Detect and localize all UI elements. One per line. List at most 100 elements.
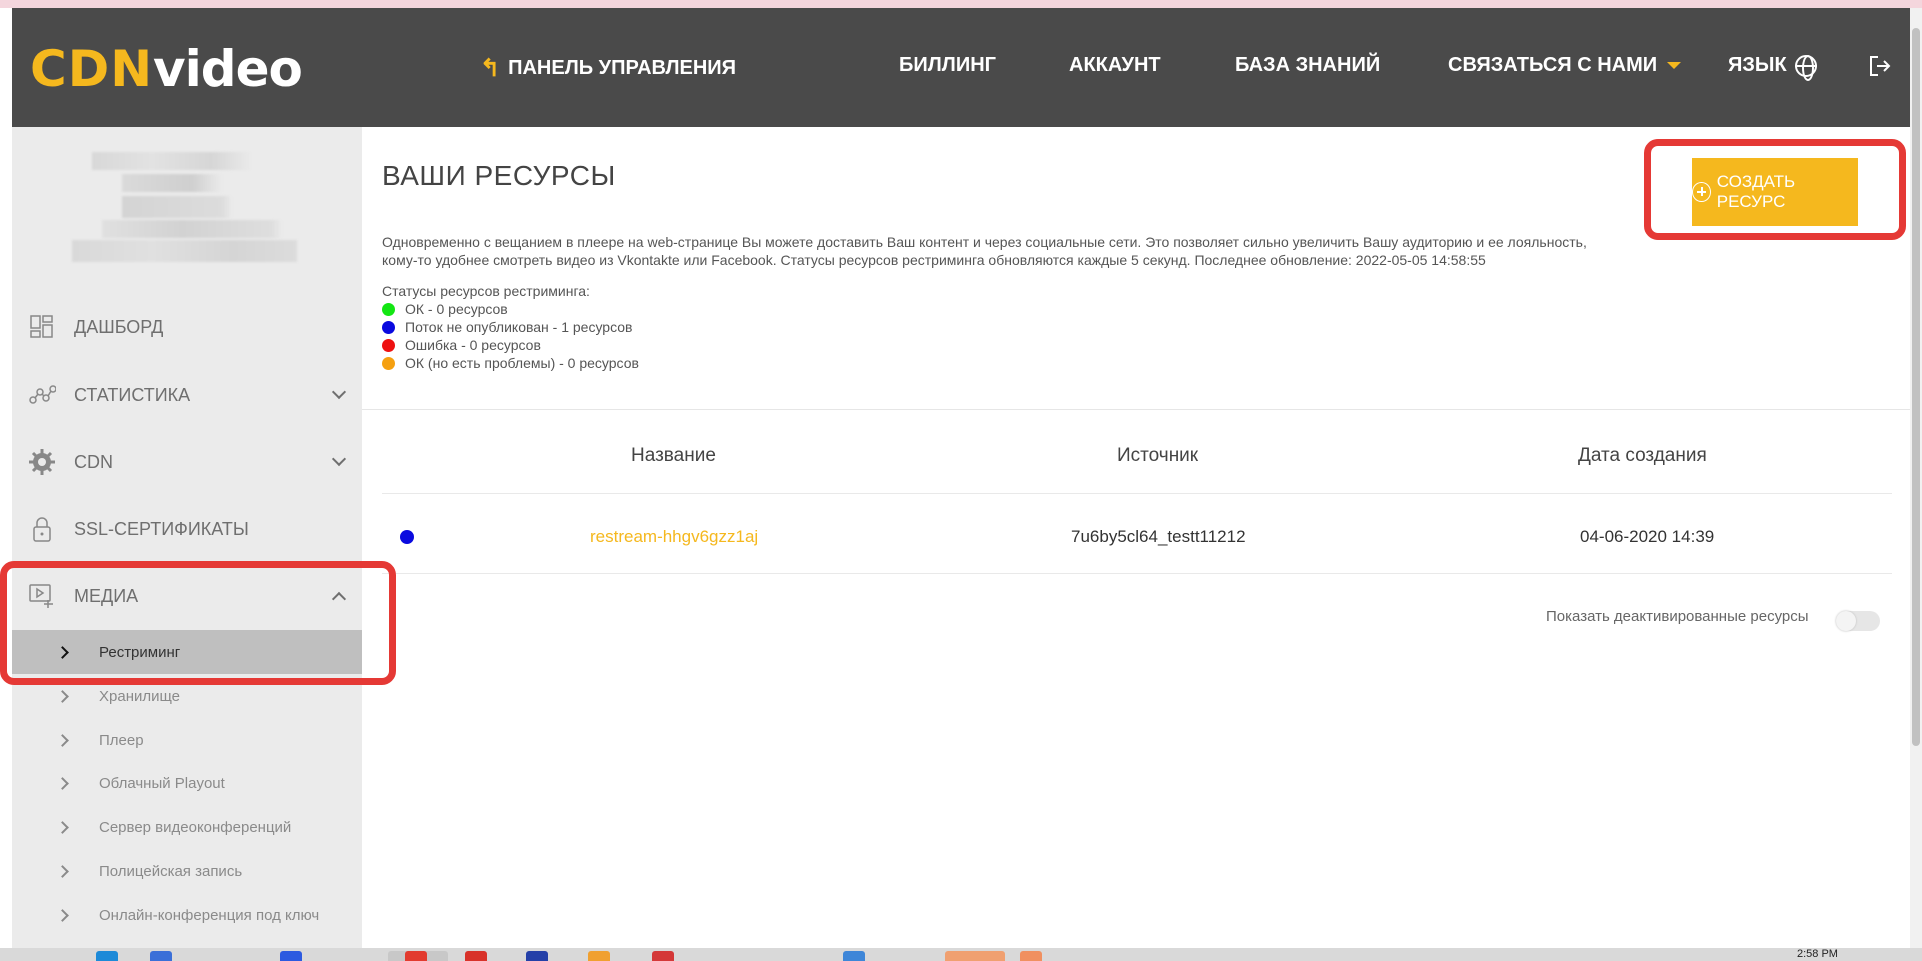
taskbar-app-icon[interactable] [405, 951, 427, 961]
statistics-icon [29, 385, 56, 404]
nav-language-label: ЯЗЫК [1728, 54, 1787, 76]
nav-language[interactable]: ЯЗЫК [1728, 54, 1817, 81]
nav-contact-us[interactable]: СВЯЗАТЬСЯ С НАМИ [1448, 54, 1682, 77]
section-divider [362, 409, 1910, 410]
logo-video-text: video [153, 40, 303, 98]
sidebar-subitem-label: Онлайн-конференция под ключ [99, 906, 320, 924]
sidebar-item-statistics[interactable]: СТАТИСТИКА [12, 367, 362, 423]
legend-label: ОК (но есть проблемы) - 0 ресурсов [405, 355, 639, 371]
description-line: кому-то удобнее смотреть видео из Vkonta… [382, 252, 1486, 268]
sidebar-item-label: ДАШБОРД [74, 316, 164, 337]
browser-top-strip [0, 0, 1922, 8]
sidebar-item-label: СТАТИСТИКА [74, 384, 191, 405]
taskbar-app-icon[interactable] [96, 951, 118, 961]
nav-billing-label: БИЛЛИНГ [899, 54, 996, 76]
show-deactivated-toggle[interactable] [1836, 611, 1880, 631]
status-dot-red [382, 338, 395, 352]
logo-cdn-text: CDN [30, 40, 154, 98]
taskbar-app-icon[interactable] [280, 951, 302, 961]
sidebar-subitem-label: Хранилище [99, 687, 180, 705]
status-dot-orange [382, 356, 395, 370]
resource-created-date: 04-06-2020 14:39 [1580, 527, 1715, 546]
sidebar-item-label: CDN [74, 451, 113, 472]
chevron-down-icon [331, 451, 347, 467]
table-header-divider [382, 493, 1892, 494]
globe-icon [1794, 54, 1817, 81]
sidebar-subitem-label: Плеер [99, 731, 144, 749]
frame-left [0, 8, 12, 948]
back-arrow-icon: ↰ [480, 55, 501, 82]
chevron-down-icon [1667, 62, 1682, 69]
column-header-name[interactable]: Название [631, 445, 716, 467]
sidebar-item-dashboard[interactable]: ДАШБОРД [12, 299, 362, 355]
taskbar-app-icon[interactable] [526, 951, 548, 961]
legend-label: ОК - 0 ресурсов [405, 301, 508, 317]
status-dot-blue [382, 320, 395, 334]
show-deactivated-label: Показать деактивированные ресурсы [1546, 608, 1809, 625]
sidebar-subitem-video-conference-server[interactable]: Сервер видеоконференций [12, 805, 362, 849]
taskbar-app-icon[interactable] [465, 951, 487, 961]
scrollbar-thumb[interactable] [1912, 28, 1920, 746]
resource-source: 7u6by5cl64_testt11212 [1071, 527, 1246, 546]
sidebar-subitem-police-recording[interactable]: Полицейская запись [12, 849, 362, 893]
column-header-source[interactable]: Источник [1117, 445, 1198, 467]
legend-item-not-published: Поток не опубликован - 1 ресурсов [382, 318, 639, 336]
vertical-scrollbar[interactable] [1910, 8, 1922, 948]
create-resource-button[interactable]: СОЗДАТЬ РЕСУРС [1692, 158, 1858, 226]
create-resource-label: СОЗДАТЬ РЕСУРС [1716, 172, 1796, 211]
chevron-right-icon [56, 733, 69, 747]
sidebar-item-label: МЕДИА [74, 585, 139, 606]
chevron-right-icon [56, 864, 69, 878]
chevron-right-icon [56, 645, 69, 659]
table-row-divider [382, 573, 1892, 574]
column-header-created[interactable]: Дата создания [1578, 445, 1707, 467]
resource-name-link[interactable]: restream-hhgv6gzz1aj [590, 527, 758, 547]
sidebar-item-cdn[interactable]: CDN [12, 434, 362, 490]
sidebar-item-ssl[interactable]: SSL-СЕРТИФИКАТЫ [12, 501, 362, 557]
taskbar-app-icon[interactable] [945, 951, 1005, 961]
status-legend: Статусы ресурсов рестриминга: ОК - 0 рес… [382, 282, 639, 372]
nav-billing[interactable]: БИЛЛИНГ [899, 54, 996, 77]
chevron-down-icon [331, 384, 347, 400]
description-line: Одновременно с вещанием в плеере на web-… [382, 234, 1587, 250]
nav-contact-us-label: СВЯЗАТЬСЯ С НАМИ [1448, 54, 1658, 76]
chevron-right-icon [56, 776, 69, 790]
sidebar-subitem-label: Полицейская запись [99, 862, 243, 880]
legend-item-ok-with-problems: ОК (но есть проблемы) - 0 ресурсов [382, 354, 639, 372]
legend-label: Ошибка - 0 ресурсов [405, 337, 541, 353]
sidebar-item-media[interactable]: МЕДИА [12, 568, 362, 624]
logout-icon[interactable] [1868, 54, 1892, 78]
sidebar-item-label: SSL-СЕРТИФИКАТЫ [74, 518, 249, 539]
taskbar-app-icon[interactable] [150, 951, 172, 961]
taskbar-app-icon[interactable] [843, 951, 865, 961]
main-content: ВАШИ РЕСУРСЫ СОЗДАТЬ РЕСУРС Одновременно… [362, 127, 1910, 948]
cdnvideo-logo[interactable]: CDN video [30, 40, 303, 98]
top-header: CDN video ↰ ПАНЕЛЬ УПРАВЛЕНИЯ БИЛЛИНГ АК… [12, 8, 1910, 127]
sidebar-subitem-label: Облачный Playout [99, 774, 225, 792]
nav-control-panel-label: ПАНЕЛЬ УПРАВЛЕНИЯ [508, 57, 737, 79]
lock-icon [33, 517, 51, 542]
taskbar-app-icon[interactable] [1020, 951, 1042, 961]
avatar-blurred [72, 152, 312, 262]
nav-account[interactable]: АККАУНТ [1069, 54, 1161, 77]
nav-knowledge-base-label: БАЗА ЗНАНИЙ [1235, 54, 1381, 76]
description: Одновременно с вещанием в плеере на web-… [382, 233, 1682, 269]
page-title: ВАШИ РЕСУРСЫ [382, 160, 616, 191]
nav-account-label: АККАУНТ [1069, 54, 1161, 76]
os-taskbar: 2:58 PM [0, 948, 1922, 961]
sidebar-subitem-storage[interactable]: Хранилище [12, 674, 362, 718]
sidebar-subitem-player[interactable]: Плеер [12, 718, 362, 762]
sidebar-subitem-cloud-playout[interactable]: Облачный Playout [12, 761, 362, 805]
taskbar-clock: 2:58 PM [1797, 948, 1838, 960]
taskbar-app-icon[interactable] [588, 951, 610, 961]
sidebar-subitem-label: Сервер видеоконференций [99, 818, 292, 836]
sidebar-subitem-turnkey-conference[interactable]: Онлайн-конференция под ключ [12, 893, 362, 937]
media-icon [29, 584, 53, 608]
sidebar-subitem-restreaming[interactable]: Рестриминг [12, 630, 362, 674]
nav-control-panel[interactable]: ↰ ПАНЕЛЬ УПРАВЛЕНИЯ [480, 54, 736, 83]
nav-knowledge-base[interactable]: БАЗА ЗНАНИЙ [1235, 54, 1380, 77]
taskbar-app-icon[interactable] [652, 951, 674, 961]
dashboard-icon [30, 315, 53, 338]
legend-item-error: Ошибка - 0 ресурсов [382, 336, 639, 354]
plus-circle-icon [1692, 182, 1711, 202]
